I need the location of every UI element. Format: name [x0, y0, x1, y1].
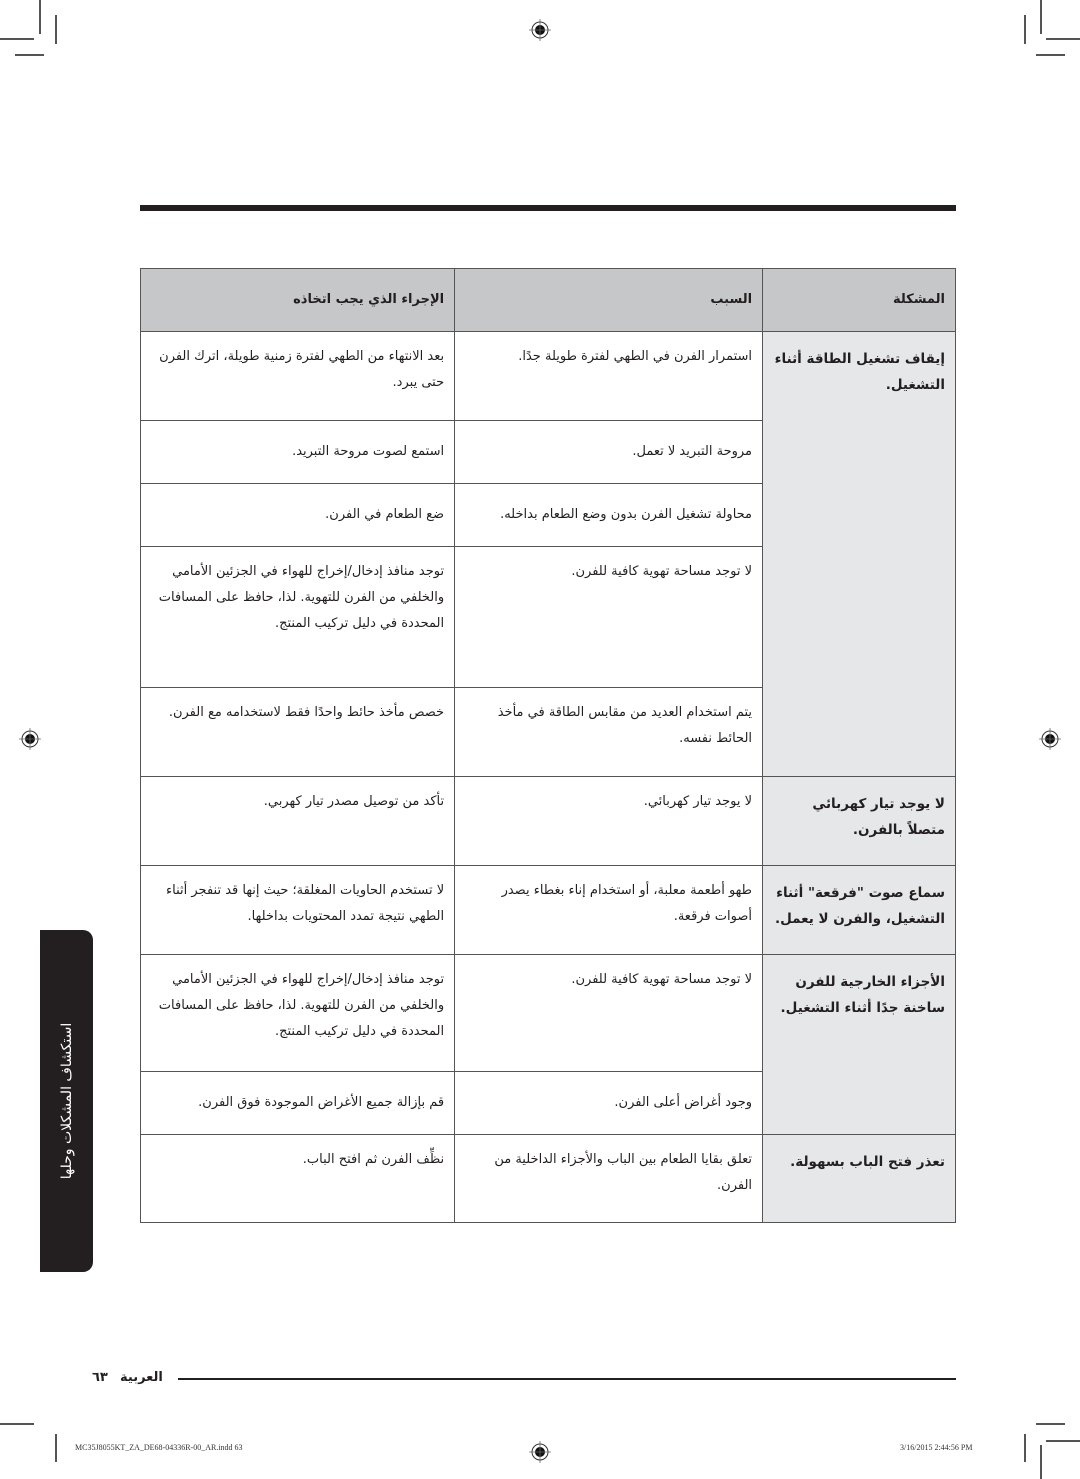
table-row: الأجزاء الخارجية للفرن ساخنة جدًا أثناء … — [139, 954, 956, 1135]
action-cell: بعد الانتهاء من الطهي لفترة زمنية طويلة،… — [139, 331, 456, 421]
problem-cell: سماع صوت "فرقعة" أثناء التشغيل، والفرن ل… — [762, 865, 956, 955]
crop-mark — [1040, 1445, 1042, 1479]
action-cell: استمع لصوت مروحة التبريد. — [139, 420, 456, 484]
registration-mark-icon — [529, 19, 551, 41]
section-tab-label: استكشاف المشكلات وحلها — [58, 1022, 75, 1180]
action-cell: خصص مأخذ حائط واحدًا فقط لاستخدامه مع ال… — [139, 687, 456, 777]
cause-cell: تعلق بقايا الطعام بين الباب والأجزاء الد… — [454, 1134, 764, 1223]
action-cell: توجد منافذ إدخال/إخراج للهواء في الجزئين… — [139, 546, 456, 688]
cause-cell: استمرار الفرن في الطهي لفترة طويلة جدًا. — [454, 331, 764, 421]
table-row: سماع صوت "فرقعة" أثناء التشغيل، والفرن ل… — [139, 865, 956, 955]
crop-mark — [39, 0, 41, 34]
header-rule — [140, 205, 956, 211]
crop-mark — [1024, 1434, 1026, 1462]
action-cell: تأكد من توصيل مصدر تيار كهربي. — [139, 776, 456, 866]
crop-mark — [0, 38, 34, 40]
registration-mark-icon — [529, 1441, 551, 1463]
crop-mark — [1040, 0, 1042, 34]
table-row: لا يوجد تيار كهربائي متصلاً بالفرن. لا ي… — [139, 776, 956, 866]
header-problem: المشكلة — [762, 268, 956, 332]
cause-cell: محاولة تشغيل الفرن بدون وضع الطعام بداخل… — [454, 483, 764, 547]
cause-cell: وجود أغراض أعلى الفرن. — [454, 1071, 764, 1135]
cause-cell: لا توجد مساحة تهوية كافية للفرن. — [454, 546, 764, 688]
problem-cell: الأجزاء الخارجية للفرن ساخنة جدًا أثناء … — [762, 954, 956, 1135]
crop-mark — [55, 1434, 57, 1462]
table-row: تعذر فتح الباب بسهولة. تعلق بقايا الطعام… — [139, 1134, 956, 1223]
footer-rule — [178, 1378, 956, 1380]
slug-filename: MC35J8055KT_ZA_DE68-04336R-00_AR.indd 63 — [75, 1443, 243, 1452]
registration-mark-icon — [19, 728, 41, 750]
troubleshooting-table: المشكلة السبب الإجراء الذي يجب اتخاذه إي… — [139, 268, 956, 1223]
crop-mark — [1046, 1440, 1080, 1442]
cause-cell: يتم استخدام العديد من مقابس الطاقة في مأ… — [454, 687, 764, 777]
crop-mark — [1046, 38, 1080, 40]
registration-mark-icon — [1039, 728, 1061, 750]
cause-cell: لا توجد مساحة تهوية كافية للفرن. — [454, 954, 764, 1072]
action-cell: قم بإزالة جميع الأغراض الموجودة فوق الفر… — [139, 1071, 456, 1135]
cause-cell: مروحة التبريد لا تعمل. — [454, 420, 764, 484]
problem-cell: لا يوجد تيار كهربائي متصلاً بالفرن. — [762, 776, 956, 866]
crop-mark — [0, 1423, 34, 1425]
cause-cell: لا يوجد تيار كهربائي. — [454, 776, 764, 866]
action-cell: ضع الطعام في الفرن. — [139, 483, 456, 547]
crop-mark — [1036, 54, 1065, 56]
header-cause: السبب — [454, 268, 764, 332]
table-row: إيقاف تشغيل الطاقة أثناء التشغيل. استمرا… — [139, 331, 956, 777]
table-header-row: المشكلة السبب الإجراء الذي يجب اتخاذه — [139, 268, 956, 332]
cause-cell: طهو أطعمة معلبة، أو استخدام إناء بغطاء ي… — [454, 865, 764, 955]
crop-mark — [15, 54, 44, 56]
page-number: ٦٣ — [92, 1370, 108, 1385]
action-cell: نظِّف الفرن ثم افتح الباب. — [139, 1134, 456, 1223]
crop-mark — [1036, 1423, 1065, 1425]
action-cell: لا تستخدم الحاويات المغلقة؛ حيث إنها قد … — [139, 865, 456, 955]
crop-mark — [55, 15, 57, 44]
section-side-tab: استكشاف المشكلات وحلها — [40, 930, 93, 1272]
slug-timestamp: 3/16/2015 2:44:56 PM — [900, 1443, 973, 1452]
action-cell: توجد منافذ إدخال/إخراج للهواء في الجزئين… — [139, 954, 456, 1072]
crop-mark — [1024, 15, 1026, 44]
problem-cell: تعذر فتح الباب بسهولة. — [762, 1134, 956, 1223]
footer-language: العربية — [120, 1370, 163, 1385]
problem-cell: إيقاف تشغيل الطاقة أثناء التشغيل. — [762, 331, 956, 777]
header-action: الإجراء الذي يجب اتخاذه — [139, 268, 456, 332]
